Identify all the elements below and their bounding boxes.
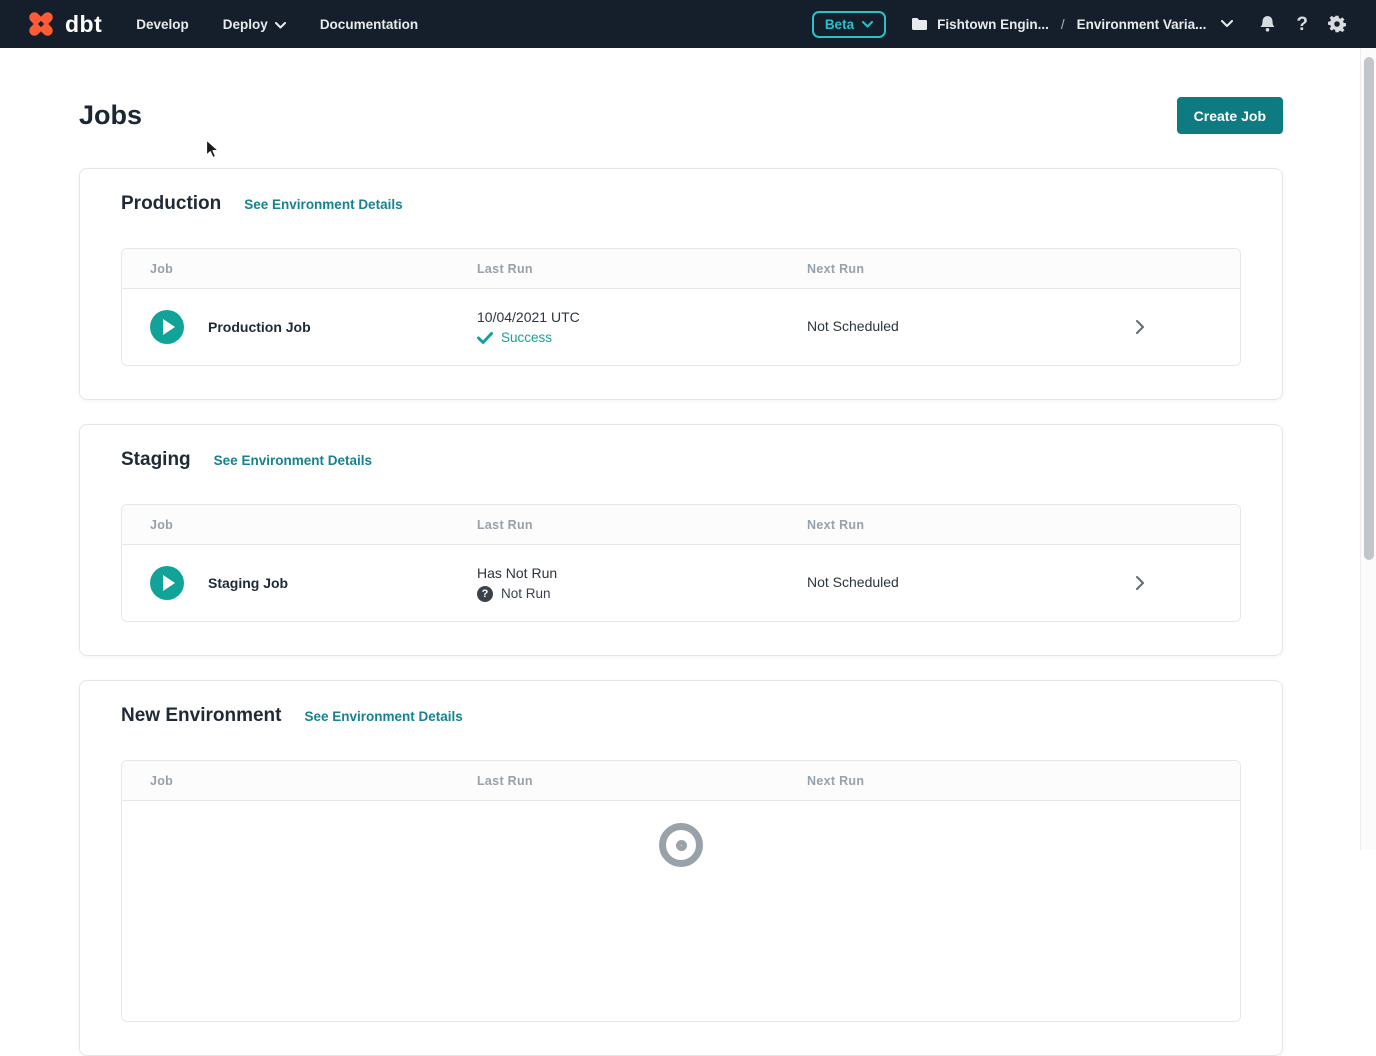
chevron-down-icon[interactable] xyxy=(1221,20,1233,28)
nav-item-develop-label: Develop xyxy=(136,17,189,32)
column-header-last-run: Last Run xyxy=(477,518,807,532)
breadcrumb-separator: / xyxy=(1058,17,1068,32)
column-header-job: Job xyxy=(150,262,477,276)
nav-item-documentation-label: Documentation xyxy=(320,17,418,32)
job-name: Production Job xyxy=(208,319,311,335)
dbt-logo-text: dbt xyxy=(65,11,102,38)
last-run-date: Has Not Run xyxy=(477,565,807,581)
help-icon[interactable]: ? xyxy=(1296,15,1308,34)
chevron-right-icon[interactable] xyxy=(1132,575,1148,591)
beta-dropdown[interactable]: Beta xyxy=(812,11,886,38)
nav-item-deploy[interactable]: Deploy xyxy=(223,17,286,32)
chevron-down-icon xyxy=(275,22,286,29)
breadcrumb-project[interactable]: Fishtown Engin... xyxy=(937,17,1049,32)
page-title: Jobs xyxy=(79,100,142,131)
last-run-date: 10/04/2021 UTC xyxy=(477,309,807,325)
nav-item-develop[interactable]: Develop xyxy=(136,17,189,32)
jobs-table: Job Last Run Next Run Production Job 10/… xyxy=(121,248,1241,366)
nav-item-documentation[interactable]: Documentation xyxy=(320,17,418,32)
column-header-last-run: Last Run xyxy=(477,262,807,276)
breadcrumb-current[interactable]: Environment Varia... xyxy=(1077,17,1207,32)
play-icon xyxy=(163,575,175,591)
see-environment-details-link[interactable]: See Environment Details xyxy=(244,197,402,212)
play-icon xyxy=(163,319,175,335)
run-job-play-button[interactable] xyxy=(150,310,184,344)
see-environment-details-link[interactable]: See Environment Details xyxy=(214,453,372,468)
environment-name: Staging xyxy=(121,449,191,471)
nav-icon-group: ? xyxy=(1259,15,1346,34)
see-environment-details-link[interactable]: See Environment Details xyxy=(304,709,462,724)
column-header-job: Job xyxy=(150,774,477,788)
table-header-row: Job Last Run Next Run xyxy=(122,761,1240,801)
status-badge: Not Run xyxy=(501,586,551,601)
chevron-right-icon[interactable] xyxy=(1132,319,1148,335)
environment-card-staging: Staging See Environment Details Job Last… xyxy=(79,424,1283,656)
create-job-button[interactable]: Create Job xyxy=(1177,97,1283,134)
next-run-value: Not Scheduled xyxy=(807,318,899,334)
empty-state-schedule-icon xyxy=(659,823,703,867)
table-header-row: Job Last Run Next Run xyxy=(122,249,1240,289)
run-job-play-button[interactable] xyxy=(150,566,184,600)
top-nav: dbt Develop Deploy Documentation Beta Fi… xyxy=(0,0,1376,48)
folder-icon xyxy=(911,17,928,31)
column-header-job: Job xyxy=(150,518,477,532)
job-name: Staging Job xyxy=(208,575,288,591)
job-row-production[interactable]: Production Job 10/04/2021 UTC Success No… xyxy=(122,289,1240,365)
scrollbar-thumb[interactable] xyxy=(1364,57,1374,560)
nav-menu: Develop Deploy Documentation xyxy=(136,17,418,32)
next-run-value: Not Scheduled xyxy=(807,574,899,590)
jobs-table: Job Last Run Next Run Staging Job Has No… xyxy=(121,504,1241,622)
scrollbar-track[interactable] xyxy=(1360,48,1376,850)
breadcrumb[interactable]: Fishtown Engin... / Environment Varia... xyxy=(911,17,1233,32)
job-row-staging[interactable]: Staging Job Has Not Run ? Not Run Not Sc… xyxy=(122,545,1240,621)
not-run-question-icon: ? xyxy=(477,586,493,602)
main-content: Jobs Create Job Production See Environme… xyxy=(0,48,1360,850)
environment-card-new-environment: New Environment See Environment Details … xyxy=(79,680,1283,1056)
column-header-last-run: Last Run xyxy=(477,774,807,788)
success-check-icon xyxy=(477,332,493,344)
chevron-down-icon xyxy=(862,21,873,28)
environment-card-production: Production See Environment Details Job L… xyxy=(79,168,1283,400)
table-header-row: Job Last Run Next Run xyxy=(122,505,1240,545)
notifications-bell-icon[interactable] xyxy=(1259,15,1276,33)
empty-jobs-area xyxy=(122,801,1240,1021)
status-badge: Success xyxy=(501,330,552,345)
beta-label: Beta xyxy=(825,17,854,32)
environment-name: New Environment xyxy=(121,705,281,727)
dbt-logo[interactable]: dbt xyxy=(26,9,102,39)
settings-gear-icon[interactable] xyxy=(1328,15,1346,33)
column-header-next-run: Next Run xyxy=(807,518,1240,532)
jobs-table: Job Last Run Next Run xyxy=(121,760,1241,1022)
dbt-logo-icon xyxy=(26,9,56,39)
nav-item-deploy-label: Deploy xyxy=(223,17,268,32)
environment-name: Production xyxy=(121,193,221,215)
column-header-next-run: Next Run xyxy=(807,262,1240,276)
column-header-next-run: Next Run xyxy=(807,774,1240,788)
